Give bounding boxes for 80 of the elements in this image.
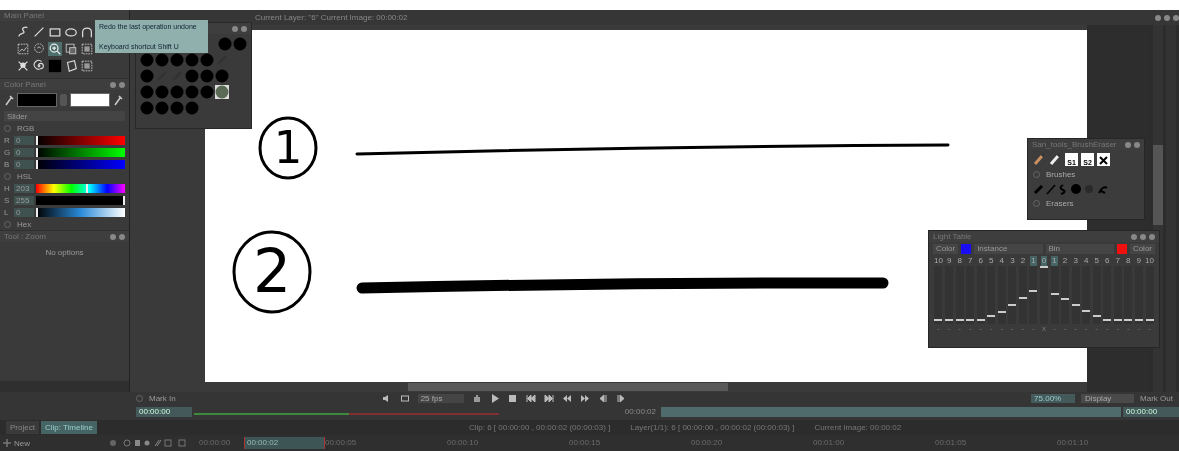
frame-number[interactable]: 4 xyxy=(998,256,1006,266)
channel-label: H xyxy=(4,183,11,193)
frame-marker: - xyxy=(958,324,962,333)
frame-marker: - xyxy=(968,324,972,333)
frame-marker: - xyxy=(1095,324,1098,333)
frame-marker: - xyxy=(989,324,993,333)
channel-label: L xyxy=(4,207,10,217)
section-label: Brushes xyxy=(1046,170,1076,179)
current-time: 00:00:02 xyxy=(623,407,657,416)
channel-label: G xyxy=(4,147,12,157)
frame-marker: - xyxy=(1084,324,1088,333)
mode-dropdown[interactable]: Slider xyxy=(4,111,125,121)
mode-dropdown[interactable]: Instance xyxy=(974,244,1043,254)
frame-marker: - xyxy=(1011,324,1014,333)
value-field[interactable]: 255 xyxy=(14,195,34,205)
frame-marker: - xyxy=(1053,324,1056,333)
frame-number[interactable]: 10 xyxy=(933,256,944,266)
frame-number[interactable]: 3 xyxy=(1009,256,1016,266)
frame-marker: - xyxy=(937,324,940,333)
canvas-number: 2 xyxy=(252,236,292,306)
frame-marker: - xyxy=(979,324,983,333)
clip-info: Current Image: 00:00:02 xyxy=(814,423,902,432)
value-field[interactable]: 0 xyxy=(14,147,34,157)
frame-number[interactable]: 8 xyxy=(1125,256,1132,266)
fps-dropdown[interactable]: 25 fps xyxy=(417,394,464,403)
new-layer-button[interactable]: New xyxy=(0,438,109,448)
frame-number[interactable]: 10 xyxy=(1144,256,1155,266)
frame-marker: - xyxy=(947,324,951,333)
frame-marker: - xyxy=(1000,324,1004,333)
frame-marker: - xyxy=(1148,324,1151,333)
channel-label: S xyxy=(4,195,11,205)
value-field[interactable]: 0 xyxy=(14,159,34,169)
group-label: Hex xyxy=(17,219,32,229)
frame-marker: - xyxy=(1116,324,1120,333)
mark-in-label: Mark In xyxy=(149,394,176,403)
frame-number[interactable]: 8 xyxy=(956,256,963,266)
mark-out-label: Mark Out xyxy=(1140,394,1173,403)
frame-marker: - xyxy=(1126,324,1130,333)
frame-marker: - xyxy=(1063,324,1067,333)
channel-label: R xyxy=(4,135,11,145)
mode-dropdown[interactable]: Bin xyxy=(1045,244,1114,254)
frame-number[interactable]: 7 xyxy=(967,256,974,266)
group-label: RGB xyxy=(17,123,35,133)
frame-marker: - xyxy=(1137,324,1141,333)
group-label: HSL xyxy=(17,171,33,181)
frame-number[interactable]: 2 xyxy=(1019,256,1027,266)
frame-number[interactable]: 0 xyxy=(1040,256,1048,266)
value-field[interactable]: 0 xyxy=(14,135,34,145)
zoom-field[interactable]: 75.00% xyxy=(1031,394,1076,403)
options-message: No options xyxy=(44,247,85,259)
frame-number[interactable]: 9 xyxy=(1135,256,1143,266)
canvas-number: 1 xyxy=(273,121,303,174)
frame-number[interactable]: 5 xyxy=(1093,256,1100,266)
panel-tab[interactable]: Clip: Timeline xyxy=(40,421,97,434)
frame-marker: - xyxy=(1074,324,1077,333)
frame-number[interactable]: 9 xyxy=(945,256,953,266)
frame-number[interactable]: 4 xyxy=(1082,256,1090,266)
value-field[interactable]: 0 xyxy=(14,207,34,217)
mark-in-field[interactable]: 00:00:00 xyxy=(136,406,192,417)
frame-number[interactable]: 7 xyxy=(1114,256,1121,266)
frame-number[interactable]: 3 xyxy=(1072,256,1079,266)
time-tick: 00:00:02 xyxy=(244,437,325,449)
display-dropdown[interactable]: Display xyxy=(1081,394,1135,403)
frame-number[interactable]: 5 xyxy=(988,256,995,266)
section-label: Erasers xyxy=(1046,199,1074,208)
color-dropdown[interactable]: Color xyxy=(1129,244,1155,254)
color-dropdown[interactable]: Color xyxy=(933,244,959,254)
panel-tab[interactable]: Project xyxy=(6,421,39,434)
frame-marker: - xyxy=(1032,324,1035,333)
frame-number[interactable]: 1 xyxy=(1030,256,1037,266)
frame-number[interactable]: 6 xyxy=(1104,256,1111,266)
frame-number[interactable]: 6 xyxy=(977,256,984,266)
frame-marker: - xyxy=(1105,324,1109,333)
frame-marker: - xyxy=(1021,324,1025,333)
mark-out-field[interactable]: 00:00:00 xyxy=(1123,406,1179,417)
channel-label: B xyxy=(4,159,11,169)
viewer-status: Current Layer: "6" Current Image: 00:00:02 xyxy=(255,13,408,22)
frame-number[interactable]: 1 xyxy=(1051,256,1058,266)
frame-number[interactable]: 2 xyxy=(1061,256,1069,266)
value-field[interactable]: 203 xyxy=(14,183,34,193)
